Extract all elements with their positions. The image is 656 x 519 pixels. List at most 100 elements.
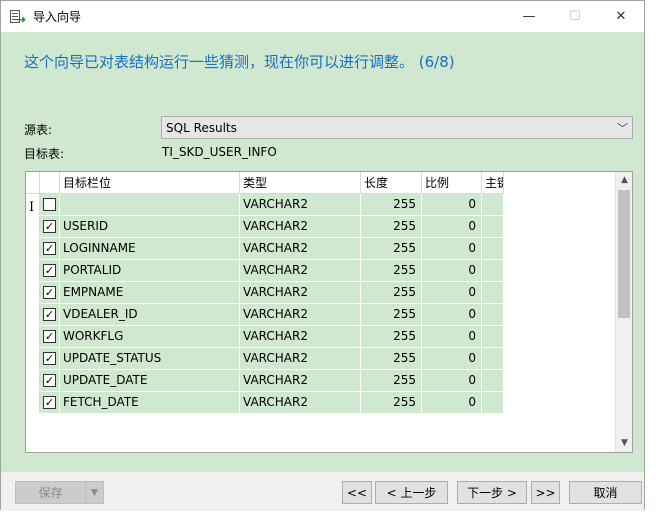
cell-primary-key[interactable] — [482, 304, 504, 326]
cell-primary-key[interactable] — [482, 238, 504, 260]
prev-step-button[interactable]: < 上一步 — [375, 481, 448, 504]
cell-type[interactable]: VARCHAR2 — [240, 370, 361, 392]
scrollbar-thumb[interactable] — [618, 190, 630, 318]
cell-length[interactable]: 255 — [361, 348, 422, 370]
cell-length[interactable]: 255 — [361, 238, 422, 260]
row-checkbox[interactable]: ✓ — [43, 264, 56, 277]
cell-scale[interactable]: 0 — [422, 282, 482, 304]
cell-target-field[interactable]: FETCH_DATE — [60, 392, 240, 414]
cell-target-field[interactable]: PORTALID — [60, 260, 240, 282]
grid-vertical-scrollbar[interactable]: ▲ ▼ — [615, 172, 632, 452]
cell-target-field[interactable] — [60, 194, 240, 216]
minimize-button[interactable]: — — [506, 1, 552, 32]
column-header-length[interactable]: 长度 — [361, 172, 422, 194]
maximize-button[interactable]: ☐ — [552, 1, 598, 32]
row-checkbox-cell[interactable]: ✓ — [40, 304, 60, 326]
chevron-down-icon[interactable]: ▼ — [85, 482, 103, 503]
row-checkbox-cell[interactable]: ✓ — [40, 238, 60, 260]
cell-target-field[interactable]: UPDATE_DATE — [60, 370, 240, 392]
row-checkbox[interactable]: ✓ — [43, 330, 56, 343]
cell-type[interactable]: VARCHAR2 — [240, 304, 361, 326]
row-checkbox-cell[interactable]: ✓ — [40, 370, 60, 392]
table-row[interactable]: I VARCHAR2 255 0 — [26, 194, 506, 216]
last-step-button[interactable]: >> — [531, 481, 560, 504]
scroll-down-icon[interactable]: ▼ — [616, 435, 632, 452]
cell-scale[interactable]: 0 — [422, 392, 482, 414]
cell-scale[interactable]: 0 — [422, 304, 482, 326]
cell-type[interactable]: VARCHAR2 — [240, 238, 361, 260]
row-checkbox-cell[interactable]: ✓ — [40, 282, 60, 304]
next-step-button[interactable]: 下一步 > — [457, 481, 527, 504]
cell-scale[interactable]: 0 — [422, 370, 482, 392]
cell-target-field[interactable]: EMPNAME — [60, 282, 240, 304]
cell-primary-key[interactable] — [482, 348, 504, 370]
cell-primary-key[interactable] — [482, 216, 504, 238]
row-checkbox-cell[interactable]: ✓ — [40, 216, 60, 238]
table-row[interactable]: ✓ EMPNAME VARCHAR2 255 0 — [26, 282, 506, 304]
row-checkbox-cell[interactable]: ✓ — [40, 260, 60, 282]
table-row[interactable]: ✓ UPDATE_DATE VARCHAR2 255 0 — [26, 370, 506, 392]
table-row[interactable]: ✓ FETCH_DATE VARCHAR2 255 0 — [26, 392, 506, 414]
row-checkbox-cell[interactable]: ✓ — [40, 326, 60, 348]
cell-primary-key[interactable] — [482, 370, 504, 392]
row-checkbox[interactable]: ✓ — [43, 220, 56, 233]
column-header-scale[interactable]: 比例 — [422, 172, 482, 194]
cell-length[interactable]: 255 — [361, 194, 422, 216]
table-row[interactable]: ✓ VDEALER_ID VARCHAR2 255 0 — [26, 304, 506, 326]
row-checkbox[interactable]: ✓ — [43, 352, 56, 365]
cell-target-field[interactable]: VDEALER_ID — [60, 304, 240, 326]
scroll-up-icon[interactable]: ▲ — [616, 172, 632, 189]
table-row[interactable]: ✓ WORKFLG VARCHAR2 255 0 — [26, 326, 506, 348]
cell-scale[interactable]: 0 — [422, 216, 482, 238]
cell-primary-key[interactable] — [482, 260, 504, 282]
cell-length[interactable]: 255 — [361, 326, 422, 348]
table-row[interactable]: ✓ USERID VARCHAR2 255 0 — [26, 216, 506, 238]
row-checkbox[interactable]: ✓ — [43, 374, 56, 387]
row-checkbox-cell[interactable]: ✓ — [40, 392, 60, 414]
cell-type[interactable]: VARCHAR2 — [240, 194, 361, 216]
cell-primary-key[interactable] — [482, 392, 504, 414]
cell-target-field[interactable]: LOGINNAME — [60, 238, 240, 260]
save-button[interactable]: 保存 ▼ — [15, 481, 104, 504]
row-checkbox[interactable]: ✓ — [43, 396, 56, 409]
cell-length[interactable]: 255 — [361, 392, 422, 414]
first-step-button[interactable]: << — [342, 481, 372, 504]
cell-scale[interactable]: 0 — [422, 348, 482, 370]
field-mapping-grid[interactable]: 目标栏位 类型 长度 比例 主键 IVARCHAR22550✓USERIDVAR… — [25, 171, 633, 453]
cell-type[interactable]: VARCHAR2 — [240, 326, 361, 348]
cell-type[interactable]: VARCHAR2 — [240, 216, 361, 238]
cell-primary-key[interactable] — [482, 326, 504, 348]
cell-target-field[interactable]: UPDATE_STATUS — [60, 348, 240, 370]
cell-type[interactable]: VARCHAR2 — [240, 392, 361, 414]
row-checkbox[interactable] — [43, 198, 56, 211]
row-checkbox-cell[interactable] — [40, 194, 60, 216]
cell-length[interactable]: 255 — [361, 216, 422, 238]
row-checkbox[interactable]: ✓ — [43, 308, 56, 321]
cell-target-field[interactable]: USERID — [60, 216, 240, 238]
table-row[interactable]: ✓ UPDATE_STATUS VARCHAR2 255 0 — [26, 348, 506, 370]
row-checkbox-cell[interactable]: ✓ — [40, 348, 60, 370]
table-row[interactable]: ✓ LOGINNAME VARCHAR2 255 0 — [26, 238, 506, 260]
cell-scale[interactable]: 0 — [422, 238, 482, 260]
cancel-button[interactable]: 取消 — [569, 481, 642, 504]
row-checkbox[interactable]: ✓ — [43, 286, 56, 299]
cell-length[interactable]: 255 — [361, 304, 422, 326]
cell-length[interactable]: 255 — [361, 370, 422, 392]
cell-type[interactable]: VARCHAR2 — [240, 348, 361, 370]
row-checkbox[interactable]: ✓ — [43, 242, 56, 255]
column-header-primary-key[interactable]: 主键 — [482, 172, 504, 194]
cell-type[interactable]: VARCHAR2 — [240, 260, 361, 282]
cell-primary-key[interactable] — [482, 194, 504, 216]
cell-primary-key[interactable] — [482, 282, 504, 304]
close-button[interactable]: ✕ — [598, 1, 644, 32]
cell-target-field[interactable]: WORKFLG — [60, 326, 240, 348]
source-table-select[interactable]: SQL Results ﹀ — [161, 116, 633, 139]
cell-scale[interactable]: 0 — [422, 194, 482, 216]
cell-type[interactable]: VARCHAR2 — [240, 282, 361, 304]
cell-length[interactable]: 255 — [361, 282, 422, 304]
column-header-type[interactable]: 类型 — [240, 172, 361, 194]
column-header-target-field[interactable]: 目标栏位 — [60, 172, 240, 194]
cell-scale[interactable]: 0 — [422, 260, 482, 282]
cell-length[interactable]: 255 — [361, 260, 422, 282]
table-row[interactable]: ✓ PORTALID VARCHAR2 255 0 — [26, 260, 506, 282]
